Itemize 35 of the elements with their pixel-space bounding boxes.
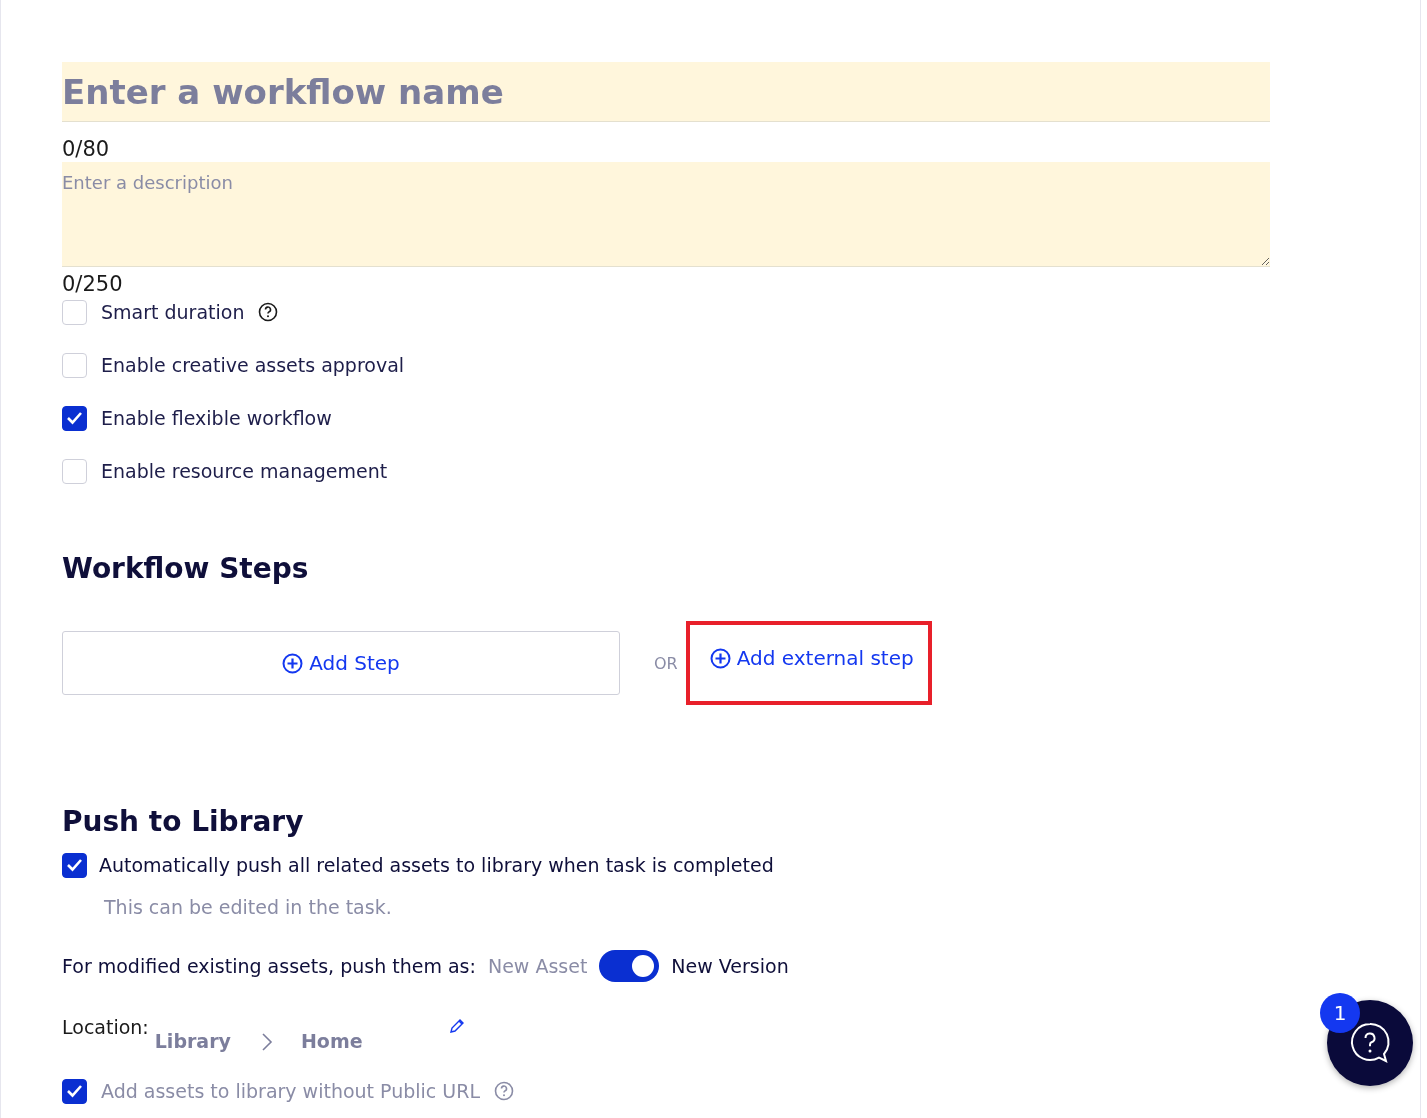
- chevron-right-icon: [260, 1032, 273, 1052]
- option-label: Smart duration: [101, 301, 245, 323]
- option-label: Enable flexible workflow: [101, 407, 332, 429]
- workflow-name-field[interactable]: Enter a workflow name: [62, 62, 1270, 122]
- or-separator: OR: [654, 653, 678, 673]
- pencil-icon[interactable]: [448, 1018, 465, 1034]
- option-label: Enable creative assets approval: [101, 354, 405, 376]
- notification-badge: 1: [1320, 993, 1360, 1033]
- option-label: For modified existing assets, push them as:: [62, 955, 476, 977]
- breadcrumb-item[interactable]: Home: [300, 1030, 363, 1052]
- option-label: Enable resource management: [101, 460, 388, 482]
- checkmark-icon: [66, 858, 83, 872]
- location-label: Location:: [62, 1016, 149, 1038]
- option-label: Automatically push all related assets to library when task is completed: [99, 854, 774, 876]
- section-heading: Workflow Steps: [62, 552, 309, 585]
- toggle-switch[interactable]: [599, 950, 660, 982]
- add-external-step-button[interactable]: Add external step: [685, 621, 932, 705]
- toggle-label: New Asset: [487, 955, 588, 977]
- character-counter: 0/80: [62, 136, 110, 162]
- hint-text: This can be edited in the task.: [104, 896, 392, 918]
- help-icon[interactable]: [258, 302, 279, 322]
- checkbox[interactable]: [62, 1078, 87, 1104]
- checkmark-icon: [66, 1084, 83, 1098]
- add-step-button[interactable]: Add Step: [62, 631, 620, 695]
- breadcrumb-item[interactable]: Library: [154, 1030, 231, 1052]
- plus-circle-icon: [709, 647, 731, 669]
- section-heading: Push to Library: [62, 805, 304, 838]
- plus-circle-icon: [282, 652, 304, 674]
- checkbox[interactable]: [62, 405, 87, 431]
- toggle-label: New Version: [671, 955, 789, 977]
- option-label: Add assets to library without Public URL: [101, 1080, 481, 1102]
- checkmark-icon: [66, 411, 83, 425]
- description-field[interactable]: Enter a description: [62, 162, 1270, 267]
- checkbox[interactable]: [62, 852, 87, 878]
- character-counter: 0/250: [62, 271, 123, 297]
